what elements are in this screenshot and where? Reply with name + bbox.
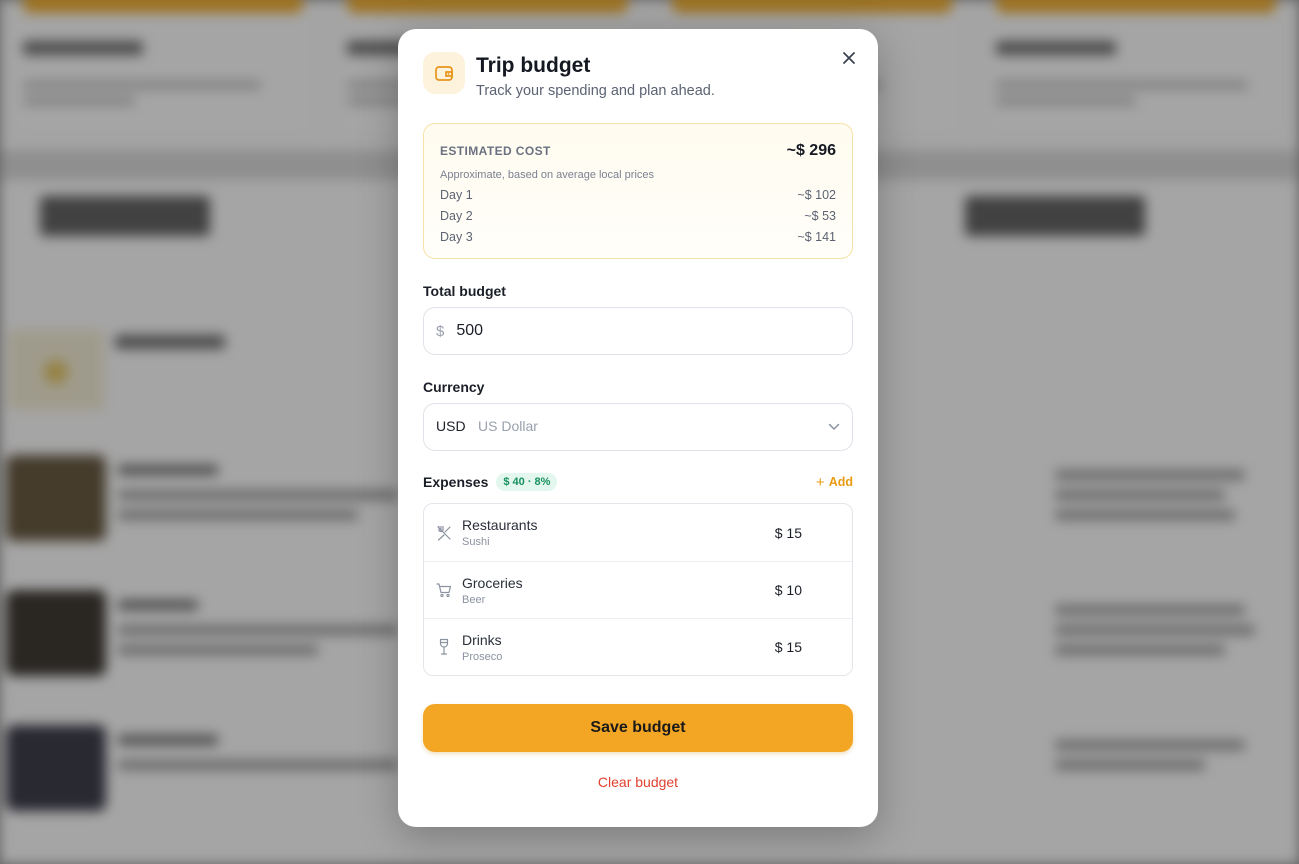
expenses-total-badge: $ 40 · 8% <box>496 473 558 491</box>
currency-select[interactable]: USD US Dollar <box>423 403 853 451</box>
total-budget-input[interactable]: $ 500 <box>423 307 853 355</box>
currency-label: Currency <box>423 379 485 395</box>
expense-item[interactable]: Groceries Beer $ 10 <box>424 561 852 618</box>
expenses-header: Expenses $ 40 · 8% + Add <box>423 473 853 491</box>
cart-icon <box>436 581 452 599</box>
trip-budget-dialog: Trip budget Track your spending and plan… <box>398 29 878 827</box>
add-expense-button[interactable]: + Add <box>816 474 853 491</box>
day-label: Day 2 <box>440 209 473 223</box>
day-cost-row: Day 1 ~$ 102 <box>440 188 836 202</box>
day-cost-row: Day 3 ~$ 141 <box>440 230 836 244</box>
total-budget-value: 500 <box>456 322 484 339</box>
estimated-cost-card: ESTIMATED COST ~$ 296 Approximate, based… <box>423 123 853 259</box>
save-budget-button[interactable]: Save budget <box>423 704 853 752</box>
close-icon[interactable] <box>840 49 858 67</box>
day-value: ~$ 53 <box>804 209 836 223</box>
wine-glass-icon <box>436 638 452 656</box>
clear-budget-button[interactable]: Clear budget <box>423 774 853 790</box>
day-value: ~$ 102 <box>797 188 836 202</box>
expense-item[interactable]: Drinks Proseco $ 15 <box>424 618 852 675</box>
expense-item[interactable]: Restaurants Sushi $ 15 <box>424 504 852 561</box>
currency-name: US Dollar <box>478 418 538 434</box>
total-budget-label: Total budget <box>423 283 506 299</box>
estimated-cost-total: ~$ 296 <box>786 142 836 159</box>
day-label: Day 1 <box>440 188 473 202</box>
expense-amount: $ 10 <box>774 582 802 598</box>
expenses-title: Expenses <box>423 474 489 490</box>
expense-note: Proseco <box>462 650 503 663</box>
estimated-cost-note: Approximate, based on average local pric… <box>440 169 655 181</box>
expense-name: Restaurants <box>462 517 538 533</box>
expenses-list: Restaurants Sushi $ 15 Groceries Beer $ … <box>423 503 853 676</box>
chevron-down-icon <box>828 423 840 430</box>
wallet-icon <box>423 52 465 94</box>
expense-amount: $ 15 <box>774 524 802 541</box>
add-expense-label: Add <box>828 475 853 489</box>
expense-name: Groceries <box>462 574 523 591</box>
dialog-header: Trip budget Track your spending and plan… <box>423 52 853 99</box>
utensils-icon <box>436 524 452 542</box>
day-cost-row: Day 2 ~$ 53 <box>440 209 836 223</box>
day-value: ~$ 141 <box>797 230 836 244</box>
day-label: Day 3 <box>440 230 473 244</box>
dialog-subtitle: Track your spending and plan ahead. <box>476 83 715 99</box>
plus-icon: + <box>815 473 825 491</box>
currency-symbol: $ <box>436 322 445 340</box>
estimated-cost-label: ESTIMATED COST <box>440 144 551 158</box>
currency-code: USD <box>436 418 466 434</box>
expense-amount: $ 15 <box>774 639 802 655</box>
expense-note: Beer <box>462 593 486 606</box>
expense-note: Sushi <box>462 536 490 548</box>
expense-name: Drinks <box>462 631 502 648</box>
dialog-title: Trip budget <box>476 54 591 77</box>
